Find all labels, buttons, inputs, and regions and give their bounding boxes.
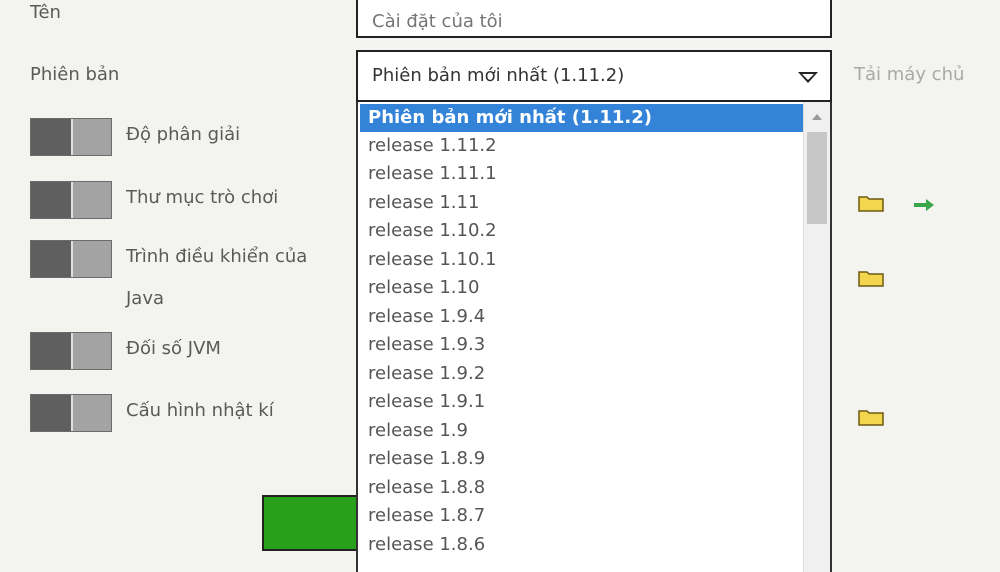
toggle-game-directory[interactable] [30, 181, 112, 219]
version-select-value: Phiên bản mới nhất (1.11.2) [372, 65, 625, 86]
version-option[interactable]: release 1.8.7 [360, 502, 804, 530]
toggle-jvm-arguments[interactable] [30, 332, 112, 370]
download-server-link[interactable]: Tải máy chủ [854, 64, 964, 85]
version-option[interactable]: release 1.9.2 [360, 360, 804, 388]
name-label: Tên [30, 2, 61, 23]
scroll-up-icon[interactable] [812, 114, 822, 120]
chevron-down-icon[interactable] [798, 72, 818, 83]
version-option[interactable]: release 1.9.4 [360, 303, 804, 331]
version-option[interactable]: release 1.9.1 [360, 388, 804, 416]
toggle-jvm-arguments-label: Đối số JVM [126, 338, 221, 359]
folder-icon[interactable] [858, 269, 884, 287]
version-option[interactable]: release 1.10 [360, 274, 804, 302]
toggle-log-config-label: Cấu hình nhật kí [126, 400, 274, 421]
arrow-right-icon[interactable] [912, 198, 936, 212]
version-option[interactable]: release 1.11.2 [360, 132, 804, 160]
folder-icon[interactable] [858, 408, 884, 426]
dropdown-scrollbar[interactable] [803, 102, 830, 572]
version-option[interactable]: release 1.10.1 [360, 246, 804, 274]
toggle-resolution[interactable] [30, 118, 112, 156]
version-dropdown-list[interactable]: Phiên bản mới nhất (1.11.2) release 1.11… [356, 102, 832, 572]
version-option[interactable]: release 1.8.9 [360, 445, 804, 473]
version-option[interactable]: release 1.10.2 [360, 217, 804, 245]
scrollbar-thumb[interactable] [807, 132, 827, 224]
toggle-game-directory-label: Thư mục trò chơi [126, 187, 279, 208]
toggle-java-executable[interactable] [30, 240, 112, 278]
version-option[interactable]: release 1.8.8 [360, 474, 804, 502]
toggle-log-config[interactable] [30, 394, 112, 432]
version-option[interactable]: Phiên bản mới nhất (1.11.2) [360, 104, 804, 132]
folder-icon[interactable] [858, 194, 884, 212]
version-option[interactable]: release 1.8.6 [360, 531, 804, 559]
toggle-java-executable-label-line2: Java [126, 288, 165, 309]
version-option[interactable]: release 1.9 [360, 417, 804, 445]
version-option[interactable]: release 1.9.3 [360, 331, 804, 359]
version-select[interactable]: Phiên bản mới nhất (1.11.2) [356, 50, 832, 102]
version-option[interactable]: release 1.11.1 [360, 160, 804, 188]
toggle-java-executable-label: Trình điều khiển của [126, 246, 308, 267]
name-input[interactable] [356, 0, 832, 38]
toggle-resolution-label: Độ phân giải [126, 124, 241, 145]
version-option[interactable]: release 1.11 [360, 189, 804, 217]
version-label: Phiên bản [30, 64, 120, 85]
